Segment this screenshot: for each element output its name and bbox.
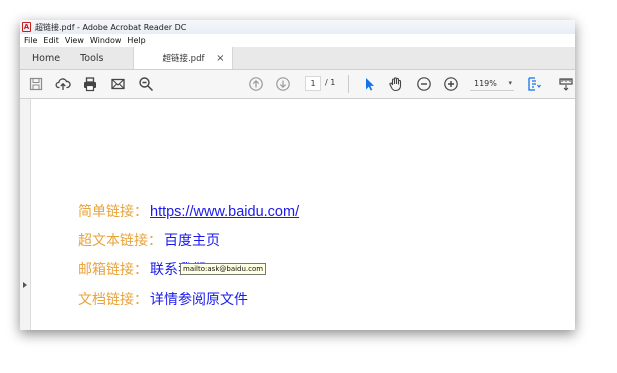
select-arrow-icon[interactable] [361,76,377,92]
document-link[interactable]: 详情参阅原文件 [150,289,248,309]
scroll-icon[interactable] [558,76,574,92]
menu-help[interactable]: Help [127,36,145,45]
link-row-simple: 简单链接： https://www.baidu.com/ [78,201,299,221]
link-tooltip: mailto:ask@baidu.com [180,263,267,275]
hypertext-link[interactable]: 百度主页 [164,230,220,250]
menu-file[interactable]: File [24,36,37,45]
zoom-value: 119% [474,78,497,88]
close-tab-icon[interactable]: × [216,53,224,64]
link-row-hypertext: 超文本链接： 百度主页 [78,230,220,250]
toolbar: 1 / 1 119% ▾ [20,70,575,99]
title-bar: A 超链接.pdf - Adobe Acrobat Reader DC [20,20,575,34]
link-label: 文档链接： [78,292,148,308]
tab-document[interactable]: 超链接.pdf × [133,47,234,69]
toolbar-divider [348,75,349,93]
upload-icon[interactable] [55,76,71,92]
pdf-app-icon: A [22,22,31,32]
navigation-pane[interactable] [20,99,31,330]
fit-page-icon[interactable] [526,76,542,92]
chevron-down-icon: ▾ [508,79,512,87]
window-title: 超链接.pdf - Adobe Acrobat Reader DC [35,22,187,32]
zoom-out-icon[interactable] [416,76,432,92]
save-icon[interactable] [28,76,44,92]
menu-edit[interactable]: Edit [43,36,59,45]
expand-pane-icon[interactable] [23,282,27,288]
tab-bar: Home Tools 超链接.pdf × [20,47,575,70]
document-view[interactable]: 简单链接： https://www.baidu.com/ 超文本链接： 百度主页… [20,99,575,330]
acrobat-window: A 超链接.pdf - Adobe Acrobat Reader DC File… [20,20,575,330]
zoom-in-icon[interactable] [443,76,459,92]
link-label: 超文本链接： [78,233,162,249]
page-number-input[interactable]: 1 [305,76,321,91]
hand-icon[interactable] [388,76,404,92]
tab-home[interactable]: Home [20,47,70,69]
menu-bar: File Edit View Window Help [20,34,575,47]
page-up-icon[interactable] [248,76,264,92]
zoom-select[interactable]: 119% ▾ [470,76,514,91]
menu-window[interactable]: Window [90,36,122,45]
search-zoom-icon[interactable] [138,76,154,92]
url-link[interactable]: https://www.baidu.com/ [150,204,299,220]
tab-document-label: 超链接.pdf [162,54,205,64]
menu-view[interactable]: View [65,36,84,45]
page-down-icon[interactable] [275,76,291,92]
print-icon[interactable] [82,76,98,92]
link-label: 邮箱链接： [78,262,148,278]
link-row-document: 文档链接： 详情参阅原文件 [78,289,248,309]
tab-tools[interactable]: Tools [70,47,113,69]
email-icon[interactable] [110,76,126,92]
page-total: / 1 [325,78,336,87]
link-label: 简单链接： [78,204,148,220]
